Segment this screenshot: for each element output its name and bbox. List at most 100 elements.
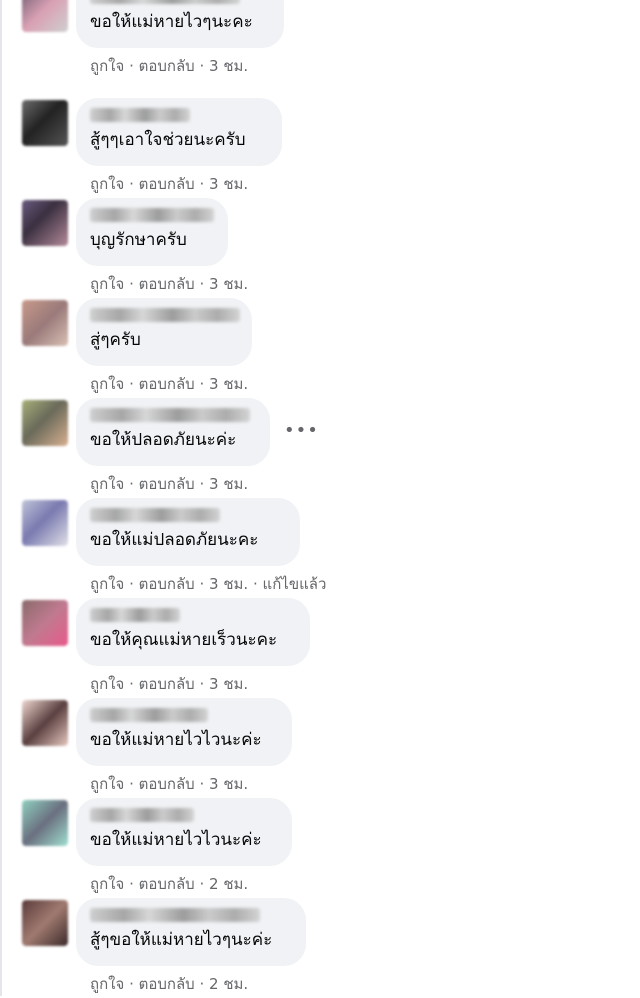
meta-separator: · (129, 275, 134, 293)
reply-link[interactable]: ตอบกลับ (139, 475, 195, 493)
comment-timestamp[interactable]: 3 ชม. (209, 575, 248, 593)
reply-link[interactable]: ตอบกลับ (139, 575, 195, 593)
comment-timestamp[interactable]: 3 ชม. (209, 175, 248, 193)
comment-item: ขอให้แม่หายไวไวนะค่ะ ถูกใจ · ตอบกลับ · 2… (0, 798, 640, 898)
meta-separator: · (129, 175, 134, 193)
comment-bubble: สู่ๆครับ (76, 298, 252, 366)
reply-link[interactable]: ตอบกลับ (139, 175, 195, 193)
comment-item: ขอให้แม่หายไวๆนะคะ ถูกใจ · ตอบกลับ · 3 ช… (0, 0, 640, 80)
reply-link[interactable]: ตอบกลับ (139, 975, 195, 993)
comment-meta: ถูกใจ · ตอบกลับ · 3 ชม. (90, 672, 248, 696)
like-link[interactable]: ถูกใจ (90, 775, 124, 793)
meta-separator: · (252, 575, 258, 593)
reply-link[interactable]: ตอบกลับ (139, 375, 195, 393)
comment-bubble: ขอให้ปลอดภัยนะค่ะ (76, 398, 270, 466)
like-link[interactable]: ถูกใจ (90, 375, 124, 393)
avatar[interactable] (22, 500, 68, 546)
comment-item: ขอให้แม่ปลอดภัยนะคะ ถูกใจ · ตอบกลับ · 3 … (0, 498, 640, 598)
like-link[interactable]: ถูกใจ (90, 175, 124, 193)
like-link[interactable]: ถูกใจ (90, 275, 124, 293)
author-name-blurred[interactable] (90, 408, 250, 422)
meta-separator: · (129, 675, 134, 693)
comment-meta: ถูกใจ · ตอบกลับ · 2 ชม. (90, 972, 248, 996)
comment-timestamp[interactable]: 3 ชม. (209, 375, 248, 393)
meta-separator: · (129, 775, 134, 793)
comment-item: ขอให้คุณแม่หายเร็วนะคะ ถูกใจ · ตอบกลับ ·… (0, 598, 640, 698)
avatar[interactable] (22, 300, 68, 346)
author-name-blurred[interactable] (90, 708, 208, 722)
meta-separator: · (129, 57, 134, 75)
reply-link[interactable]: ตอบกลับ (139, 675, 195, 693)
avatar[interactable] (22, 400, 68, 446)
comment-bubble: สู้ๆๆเอาใจช่วยนะครับ (76, 98, 282, 166)
reply-link[interactable]: ตอบกลับ (139, 775, 195, 793)
meta-separator: · (199, 675, 205, 693)
meta-separator: · (199, 175, 205, 193)
comment-timestamp[interactable]: 3 ชม. (209, 475, 248, 493)
avatar[interactable] (22, 100, 68, 146)
comment-timestamp[interactable]: 3 ชม. (209, 275, 248, 293)
like-link[interactable]: ถูกใจ (90, 57, 124, 75)
meta-separator: · (129, 875, 134, 893)
comment-item: สู่ๆครับ ถูกใจ · ตอบกลับ · 3 ชม. (0, 298, 640, 398)
author-name-blurred[interactable] (90, 108, 190, 122)
meta-separator: · (129, 375, 134, 393)
reply-link[interactable]: ตอบกลับ (139, 57, 195, 75)
comment-timestamp[interactable]: 2 ชม. (209, 875, 248, 893)
author-name-blurred[interactable] (90, 808, 194, 822)
comment-text: บุญรักษาครับ (90, 230, 187, 250)
reply-link[interactable]: ตอบกลับ (139, 275, 195, 293)
comment-timestamp[interactable]: 2 ชม. (209, 975, 248, 993)
more-horizontal-icon[interactable]: ••• (284, 422, 319, 440)
meta-separator: · (129, 475, 134, 493)
like-link[interactable]: ถูกใจ (90, 875, 124, 893)
author-name-blurred[interactable] (90, 608, 180, 622)
comment-bubble: บุญรักษาครับ (76, 198, 228, 266)
comment-text: สู้ๆๆเอาใจช่วยนะครับ (90, 130, 246, 150)
avatar[interactable] (22, 600, 68, 646)
comment-timestamp[interactable]: 3 ชม. (209, 57, 248, 75)
comment-timestamp[interactable]: 3 ชม. (209, 775, 248, 793)
edited-label[interactable]: แก้ไขแล้ว (263, 575, 327, 593)
comment-timestamp[interactable]: 3 ชม. (209, 675, 248, 693)
author-name-blurred[interactable] (90, 508, 220, 522)
meta-separator: · (129, 575, 134, 593)
comment-text: ขอให้ปลอดภัยนะค่ะ (90, 430, 237, 450)
author-name-blurred[interactable] (90, 0, 240, 4)
like-link[interactable]: ถูกใจ (90, 475, 124, 493)
comment-text: ขอให้แม่หายไวๆนะคะ (90, 12, 253, 32)
like-link[interactable]: ถูกใจ (90, 975, 124, 993)
avatar[interactable] (22, 700, 68, 746)
author-name-blurred[interactable] (90, 208, 214, 222)
comment-meta: ถูกใจ · ตอบกลับ · 3 ชม. (90, 172, 248, 196)
meta-separator: · (129, 975, 134, 993)
avatar[interactable] (22, 200, 68, 246)
meta-separator: · (199, 775, 205, 793)
meta-separator: · (199, 575, 205, 593)
like-link[interactable]: ถูกใจ (90, 575, 124, 593)
meta-separator: · (199, 375, 205, 393)
like-link[interactable]: ถูกใจ (90, 675, 124, 693)
reply-link[interactable]: ตอบกลับ (139, 875, 195, 893)
avatar[interactable] (22, 0, 68, 32)
comment-item: บุญรักษาครับ ถูกใจ · ตอบกลับ · 3 ชม. (0, 198, 640, 298)
comment-meta: ถูกใจ · ตอบกลับ · 3 ชม. (90, 272, 248, 296)
comment-meta: ถูกใจ · ตอบกลับ · 2 ชม. (90, 872, 248, 896)
comment-text: ขอให้แม่ปลอดภัยนะคะ (90, 530, 259, 550)
comment-meta: ถูกใจ · ตอบกลับ · 3 ชม. (90, 54, 248, 78)
author-name-blurred[interactable] (90, 908, 260, 922)
comment-item: สู้ๆๆเอาใจช่วยนะครับ ถูกใจ · ตอบกลับ · 3… (0, 98, 640, 198)
comment-text: สู่ๆครับ (90, 330, 141, 350)
comment-item: ขอให้ปลอดภัยนะค่ะ ••• ถูกใจ · ตอบกลับ · … (0, 398, 640, 498)
author-name-blurred[interactable] (90, 308, 240, 322)
comment-meta: ถูกใจ · ตอบกลับ · 3 ชม. (90, 472, 248, 496)
avatar[interactable] (22, 800, 68, 846)
meta-separator: · (199, 57, 205, 75)
meta-separator: · (199, 275, 205, 293)
comment-item: สู้ๆขอให้แม่หายไวๆนะค่ะ ถูกใจ · ตอบกลับ … (0, 898, 640, 998)
comment-meta: ถูกใจ · ตอบกลับ · 3 ชม. (90, 372, 248, 396)
meta-separator: · (199, 975, 205, 993)
avatar[interactable] (22, 900, 68, 946)
meta-separator: · (199, 875, 205, 893)
comment-bubble: ขอให้แม่ปลอดภัยนะคะ (76, 498, 300, 566)
